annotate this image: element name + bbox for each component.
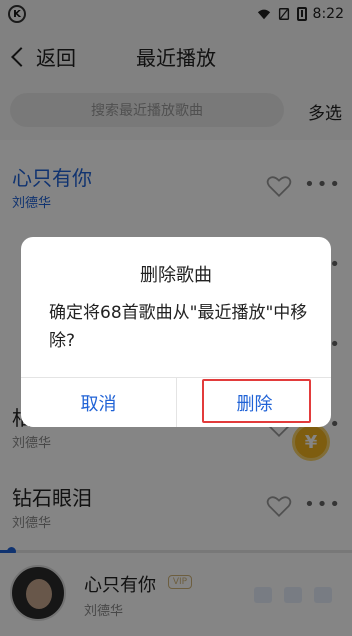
dialog-title: 删除歌曲	[140, 265, 212, 286]
delete-song-dialog: 删除歌曲 确定将68首歌曲从"最近播放"中移除? 取消 删除	[21, 237, 331, 427]
delete-button[interactable]: 删除	[177, 378, 331, 427]
dialog-message: 确定将68首歌曲从"最近播放"中移除?	[49, 303, 308, 351]
recent-plays-screen: K 8:22 返回 最近播放 搜索最近播放歌曲 多选 心只有你 刘德华 •••	[0, 0, 352, 636]
cancel-button[interactable]: 取消	[21, 378, 176, 427]
